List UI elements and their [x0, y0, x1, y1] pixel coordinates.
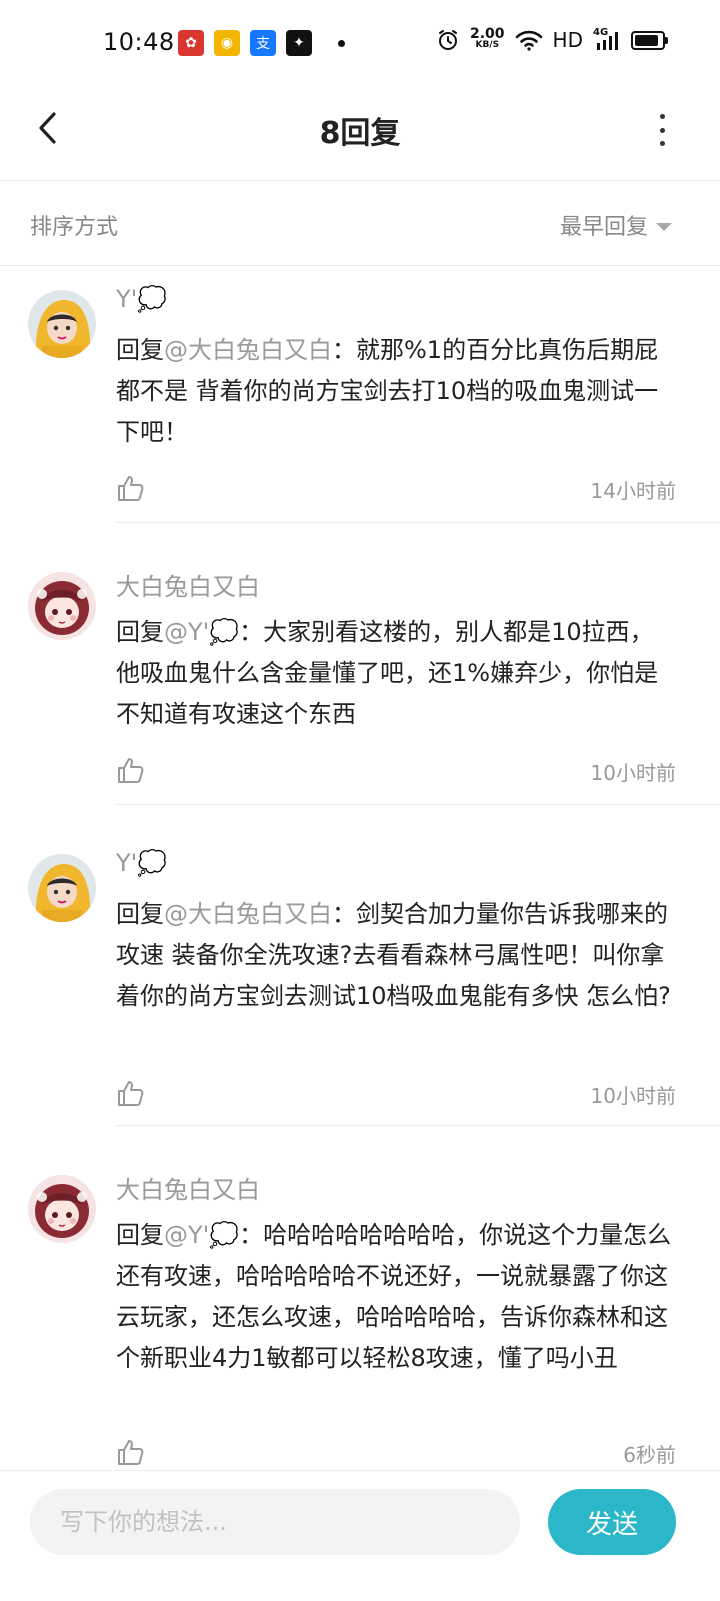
thumbs-up-icon[interactable] — [116, 473, 146, 503]
reply-author[interactable]: Y'💭 — [116, 849, 167, 877]
reply-prefix: 回复 — [116, 336, 164, 364]
page-title: 8回复 — [319, 116, 401, 151]
reply-mention[interactable]: @大白兔白又白 — [164, 336, 332, 364]
reply-timestamp: 10小时前 — [590, 761, 676, 785]
avatar[interactable] — [28, 1175, 96, 1243]
reply-timestamp: 10小时前 — [590, 1084, 676, 1108]
reply-content[interactable]: 回复@大白兔白又白：剑契合加力量你告诉我哪来的攻速 装备你全洗攻速?去看看森林弓… — [116, 894, 676, 1017]
status-indicators: 2.00 KB/S HD 4G — [436, 26, 668, 52]
wechat-icon: ✦ — [286, 30, 312, 56]
thumbs-up-icon[interactable] — [116, 1078, 146, 1108]
reply-author[interactable]: 大白兔白又白 — [116, 1170, 260, 1205]
more-dot — [659, 141, 665, 146]
avatar[interactable] — [28, 572, 96, 640]
reply-input[interactable] — [30, 1489, 520, 1555]
status-bar: 10:48 ✿ ◉ 支 ✦ 2.00 KB/S HD 4G — [0, 0, 720, 88]
more-options-button[interactable] — [652, 110, 672, 150]
reply-mention[interactable]: @Y'💭 — [164, 618, 239, 646]
avatar[interactable] — [28, 290, 96, 358]
caret-down-icon — [656, 222, 672, 231]
divider — [116, 804, 720, 805]
reply-content[interactable]: 回复@Y'💭：大家别看这楼的，别人都是10拉西，他吸血鬼什么含金量懂了吧，还1%… — [116, 612, 676, 735]
reply-author[interactable]: Y'💭 — [116, 285, 167, 313]
more-notifications-dot — [338, 39, 345, 47]
thumbs-up-icon[interactable] — [116, 1437, 146, 1467]
status-time: 10:48 — [103, 28, 175, 56]
battery-fill — [635, 34, 658, 46]
reply-prefix: 回复 — [116, 618, 164, 646]
red-seal-app-icon: ✿ — [178, 30, 204, 56]
reply-prefix: 回复 — [116, 1221, 164, 1249]
reply-mention[interactable]: @Y'💭 — [164, 1221, 239, 1249]
notification-icons: ✿ ◉ 支 ✦ — [178, 30, 345, 56]
divider — [116, 1125, 720, 1126]
yellow-app-icon: ◉ — [214, 30, 240, 56]
reply-composer: 发送 — [0, 1470, 720, 1601]
network-speed-value: 2.00 — [470, 26, 505, 42]
reply-author[interactable]: 大白兔白又白 — [116, 567, 260, 602]
network-speed-unit: KB/S — [475, 40, 500, 50]
more-dot — [659, 114, 665, 119]
sort-bar: 排序方式 最早回复 — [0, 181, 720, 266]
signal-bars-icon — [597, 32, 618, 50]
alarm-icon — [439, 30, 457, 50]
reply-mention[interactable]: @大白兔白又白 — [164, 900, 332, 928]
send-button[interactable]: 发送 — [548, 1489, 676, 1555]
battery-icon — [631, 30, 668, 50]
more-dot — [659, 127, 665, 133]
reply-content[interactable]: 回复@Y'💭：哈哈哈哈哈哈哈哈，你说这个力量怎么还有攻速，哈哈哈哈哈不说还好，一… — [116, 1215, 676, 1379]
avatar[interactable] — [28, 854, 96, 922]
divider — [116, 522, 720, 523]
top-nav-bar: 8回复 — [0, 88, 720, 181]
reply-prefix: 回复 — [116, 900, 164, 928]
sort-label: 排序方式 — [30, 215, 119, 240]
sort-value: 最早回复 — [559, 215, 648, 240]
hd-label: HD — [552, 28, 583, 52]
reply-content[interactable]: 回复@大白兔白又白：就那%1的百分比真伤后期屁都不是 背着你的尚方宝剑去打10档… — [116, 330, 676, 453]
thumbs-up-icon[interactable] — [116, 755, 146, 785]
sort-dropdown[interactable]: 最早回复 — [560, 209, 672, 241]
reply-timestamp: 14小时前 — [590, 479, 676, 503]
reply-timestamp: 6秒前 — [623, 1443, 676, 1467]
alipay-icon: 支 — [250, 30, 276, 56]
signal-indicator: 4G — [593, 27, 621, 51]
wifi-icon — [515, 30, 542, 51]
network-speed: 2.00 KB/S — [470, 26, 505, 51]
